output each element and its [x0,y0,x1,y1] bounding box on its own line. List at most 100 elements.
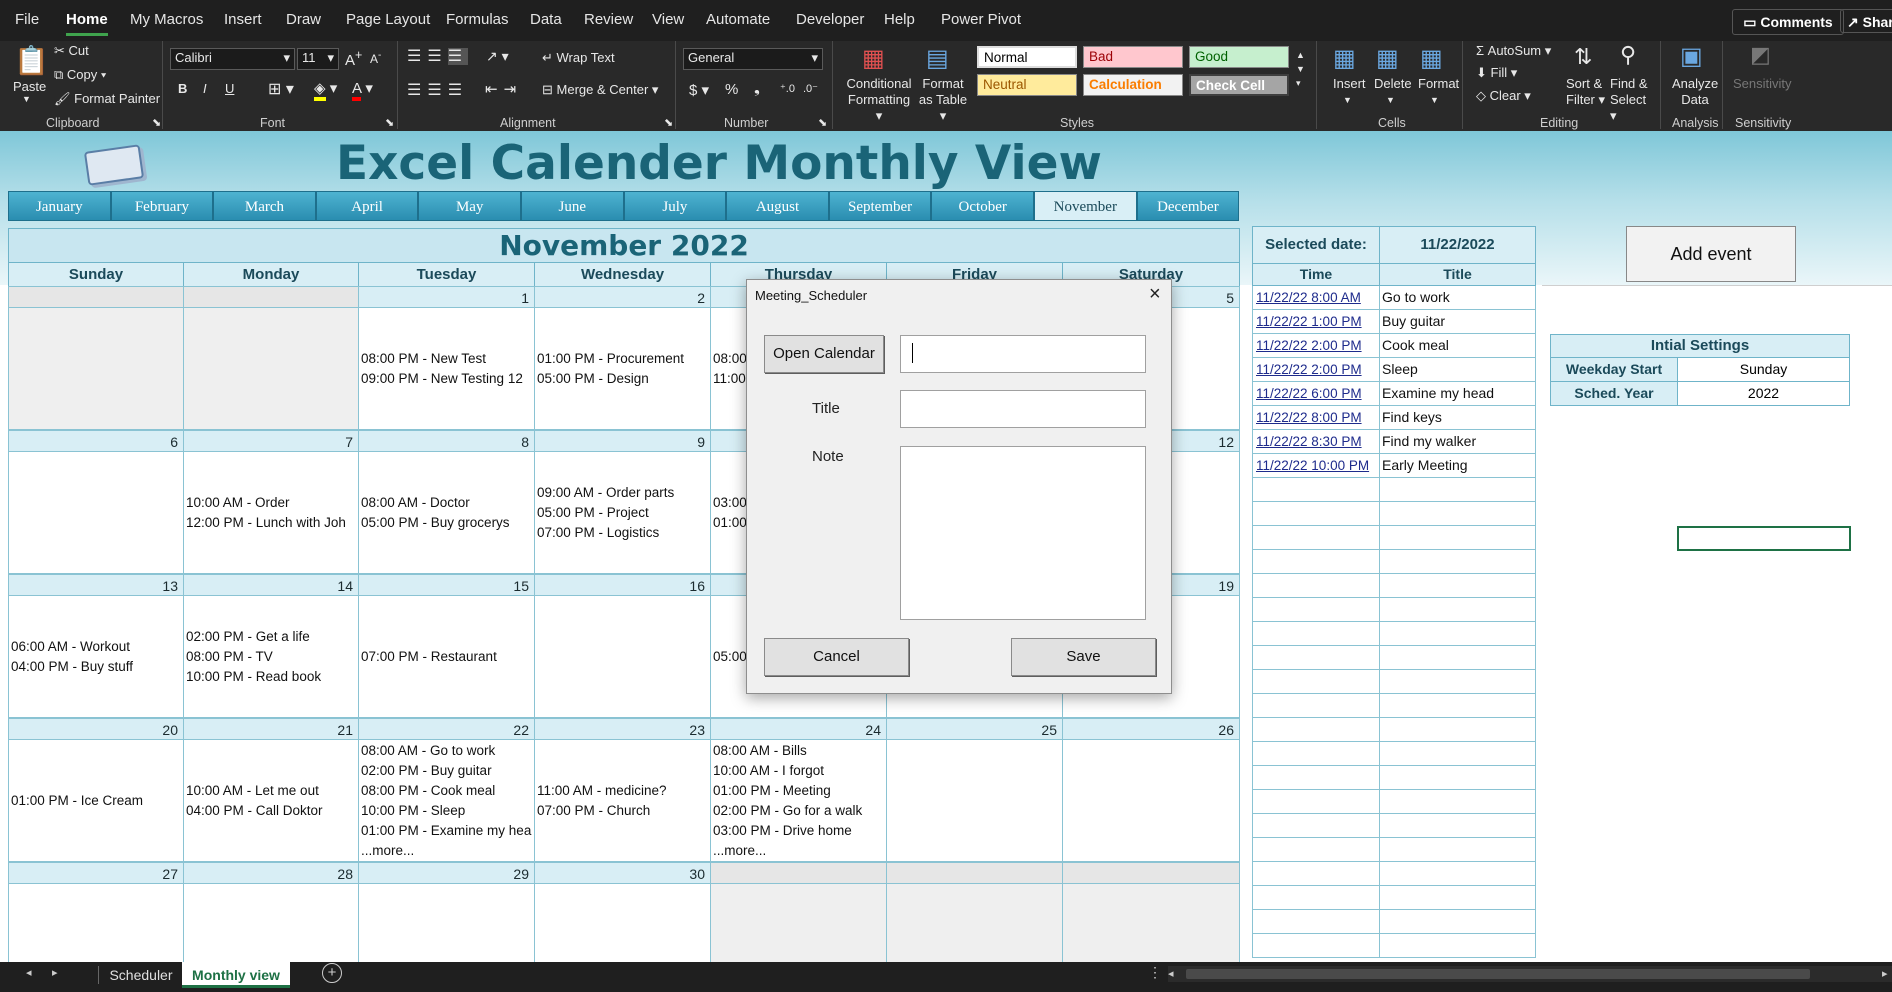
analyze-data-button[interactable]: Analyze Data [1672,76,1718,108]
comments-button[interactable]: ▭ Comments [1732,9,1844,35]
cancel-button[interactable]: Cancel [764,638,909,676]
sort-filter-icon[interactable]: ⇅ [1574,44,1592,70]
decrease-decimal-icon[interactable]: .0⁻ [803,82,818,95]
menu-tab-data[interactable]: Data [530,11,562,28]
day-number[interactable]: 9 [535,430,711,452]
clear-button[interactable]: ◇ Clear ▾ [1476,88,1531,104]
day-cell[interactable]: 06:00 AM - Workout 04:00 PM - Buy stuff [8,596,184,718]
menu-tab-file[interactable]: File [15,11,39,28]
fill-button[interactable]: ⬇ Fill ▾ [1476,65,1517,81]
day-cell[interactable] [8,308,184,430]
calendar-event[interactable]: 08:00 AM - Go to work [361,741,534,761]
menu-tab-my-macros[interactable]: My Macros [130,11,203,28]
style-calculation[interactable]: Calculation [1083,74,1183,96]
day-number[interactable] [1063,862,1240,884]
align-top-icon[interactable]: ☰☰☰ [407,46,469,66]
event-title-cell[interactable]: Find keys [1380,406,1536,430]
day-cell[interactable]: 01:00 PM - Ice Cream [8,740,184,862]
calendar-event[interactable]: 01:00 PM - Procurement [537,349,710,369]
paste-button[interactable]: Paste [13,79,46,94]
calendar-event[interactable]: 07:00 PM - Church [537,801,710,821]
day-cell[interactable]: 10:00 AM - Order 12:00 PM - Lunch with Jo… [184,452,359,574]
insert-cells-icon[interactable]: ▦ [1333,44,1356,73]
month-tab-september[interactable]: September [828,191,932,221]
calendar-event[interactable]: 08:00 AM - Doctor [361,493,534,513]
event-time-cell[interactable]: 11/22/22 8:30 PM [1252,430,1380,454]
title-input[interactable] [900,390,1146,428]
calendar-event[interactable]: 04:00 PM - Call Doktor [186,801,358,821]
day-cell[interactable]: 01:00 PM - Procurement 05:00 PM - Design [535,308,711,430]
event-time-cell[interactable] [1252,478,1380,502]
event-time-cell[interactable] [1252,622,1380,646]
calendar-event[interactable]: 08:00 PM - Cook meal [361,781,534,801]
day-number[interactable]: 15 [359,574,535,596]
day-number[interactable] [184,286,359,308]
event-title-cell[interactable] [1380,574,1536,598]
format-cells-icon[interactable]: ▦ [1420,44,1443,73]
event-time-cell[interactable] [1252,742,1380,766]
analyze-data-icon[interactable]: ▣ [1680,42,1703,71]
menu-tab-draw[interactable]: Draw [286,11,321,28]
day-number[interactable] [711,862,887,884]
scroll-left-arrow-icon[interactable]: ◂ [1168,967,1174,980]
orientation-icon[interactable]: ↗ ▾ [486,48,509,65]
calendar-event[interactable]: 08:00 PM - New Test [361,349,534,369]
day-number[interactable] [8,286,184,308]
delete-cells-icon[interactable]: ▦ [1376,44,1399,73]
calendar-event[interactable]: 01:00 PM - Ice Cream [11,791,183,811]
calendar-event[interactable]: 06:00 AM - Workout [11,637,183,657]
insert-button[interactable]: Insert ▼ [1333,76,1366,106]
conditional-formatting-icon[interactable]: ▦ [862,44,885,73]
day-number[interactable] [887,862,1063,884]
calendar-event[interactable]: 04:00 PM - Buy stuff [11,657,183,677]
style-bad[interactable]: Bad [1083,46,1183,68]
wrap-text-button[interactable]: ↵ Wrap Text [542,50,615,66]
event-title-cell[interactable] [1380,694,1536,718]
day-cell[interactable]: 07:00 PM - Restaurant [359,596,535,718]
event-title-cell[interactable]: Go to work [1380,286,1536,310]
paste-dropdown-icon[interactable]: ▼ [22,94,31,104]
calendar-event[interactable]: 09:00 PM - New Testing 12 [361,369,534,389]
event-time-cell[interactable]: 11/22/22 2:00 PM [1252,334,1380,358]
scroll-right-arrow-icon[interactable]: ▸ [1882,967,1888,980]
style-check-cell[interactable]: Check Cell [1189,74,1289,96]
event-title-cell[interactable] [1380,646,1536,670]
format-painter-button[interactable]: 🖌 Format Painter [54,91,160,107]
day-cell[interactable]: 08:00 AM - Bills 10:00 AM - I forgot 01:00… [711,740,887,862]
event-time-cell[interactable] [1252,838,1380,862]
conditional-formatting-button[interactable]: Conditional Formatting ▾ [844,76,914,124]
event-title-cell[interactable] [1380,502,1536,526]
day-cell[interactable] [1063,740,1240,862]
delete-button[interactable]: Delete ▼ [1374,76,1412,106]
event-title-cell[interactable] [1380,550,1536,574]
cut-button[interactable]: ✂ Cut [54,43,89,59]
menu-tab-power-pivot[interactable]: Power Pivot [941,11,1021,28]
sched-year-value[interactable]: 2022 [1678,382,1850,406]
event-time-cell[interactable] [1252,718,1380,742]
calendar-event[interactable]: ...more... [713,841,886,861]
menu-tab-developer[interactable]: Developer [796,11,864,28]
event-time-cell[interactable]: 11/22/22 1:00 PM [1252,310,1380,334]
sheet-tab-scheduler[interactable]: Scheduler [100,962,182,988]
calendar-event[interactable]: 08:00 AM - Bills [713,741,886,761]
event-time-cell[interactable] [1252,598,1380,622]
find-icon[interactable]: ⚲ [1620,42,1636,68]
dialog-launcher-icon[interactable]: ⬊ [664,116,673,129]
event-title-cell[interactable] [1380,670,1536,694]
day-cell[interactable]: 08:00 AM - Go to work 02:00 PM - Buy guit… [359,740,535,862]
calendar-event[interactable]: 10:00 AM - Order [186,493,358,513]
calendar-event[interactable]: 10:00 PM - Sleep [361,801,534,821]
event-title-cell[interactable]: Find my walker [1380,430,1536,454]
autosum-button[interactable]: Σ AutoSum ▾ [1476,43,1551,59]
copy-button[interactable]: ⧉ Copy ▾ [54,67,106,83]
calendar-event[interactable]: 03:00 PM - Drive home [713,821,886,841]
event-title-cell[interactable] [1380,526,1536,550]
format-as-table-icon[interactable]: ▤ [926,44,949,73]
bold-button[interactable]: B [178,81,187,96]
event-title-cell[interactable]: Examine my head [1380,382,1536,406]
add-event-button[interactable]: Add event [1626,226,1796,282]
event-title-cell[interactable]: Sleep [1380,358,1536,382]
note-textarea[interactable] [900,446,1146,620]
font-name-select[interactable]: Calibri ▾ [170,48,295,70]
event-title-cell[interactable] [1380,886,1536,910]
